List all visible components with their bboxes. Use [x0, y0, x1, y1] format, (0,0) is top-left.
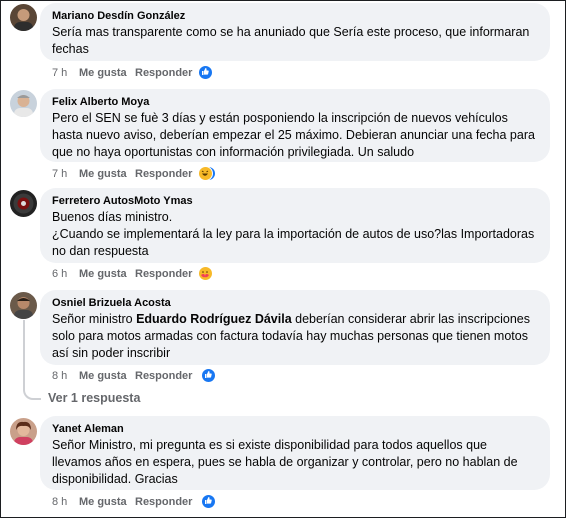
haha-icon: [198, 166, 213, 181]
comment-time[interactable]: 7 h: [52, 166, 67, 182]
like-button[interactable]: Me gusta: [79, 266, 127, 282]
care-icon: [198, 266, 213, 281]
like-button[interactable]: Me gusta: [79, 166, 127, 182]
comment-author[interactable]: Osniel Brizuela Acosta: [52, 296, 538, 310]
thumbs-up-icon: [201, 494, 216, 509]
comment-author[interactable]: Felix Alberto Moya: [52, 95, 538, 109]
comment-text: Señor Ministro, mi pregunta es si existe…: [52, 438, 518, 486]
comment-bubble: Osniel Brizuela Acosta Señor ministro Ed…: [40, 290, 550, 365]
avatar[interactable]: [10, 418, 37, 445]
comment-text: Sería mas transparente como se ha anunia…: [52, 25, 530, 56]
reply-button[interactable]: Responder: [135, 494, 192, 510]
comment-text-line: ¿Cuando se implementará la ley para la i…: [52, 227, 535, 258]
like-button[interactable]: Me gusta: [79, 494, 127, 510]
thumbs-up-icon: [198, 65, 213, 80]
comment-author[interactable]: Mariano Desdín González: [52, 9, 538, 23]
comment-time[interactable]: 8 h: [52, 368, 67, 384]
comment-time[interactable]: 8 h: [52, 494, 67, 510]
comment-text: Señor ministro Eduardo Rodríguez Dávila …: [52, 311, 538, 362]
avatar[interactable]: [10, 190, 37, 217]
avatar[interactable]: [10, 4, 37, 31]
avatar[interactable]: [10, 292, 37, 319]
comment-bubble: Mariano Desdín González Sería mas transp…: [40, 3, 550, 61]
comment-author[interactable]: Yanet Aleman: [52, 422, 538, 436]
comment-text-start: Señor ministro: [52, 312, 137, 326]
view-replies-link[interactable]: Ver 1 respuesta: [48, 391, 140, 405]
comment-bubble: Ferretero AutosMoto Ymas Buenos días min…: [40, 188, 550, 263]
like-button[interactable]: Me gusta: [79, 368, 127, 384]
reply-button[interactable]: Responder: [135, 266, 192, 282]
avatar[interactable]: [10, 90, 37, 117]
comment-time[interactable]: 6 h: [52, 266, 67, 282]
thread-line: [23, 320, 25, 388]
comment-bubble: Yanet Aleman Señor Ministro, mi pregunta…: [40, 416, 550, 490]
reply-button[interactable]: Responder: [135, 368, 192, 384]
comment-author[interactable]: Ferretero AutosMoto Ymas: [52, 194, 538, 208]
comment-time[interactable]: 7 h: [52, 65, 67, 81]
like-button[interactable]: Me gusta: [79, 65, 127, 81]
thumbs-up-icon: [201, 368, 216, 383]
comment-text: Pero el SEN se fuè 3 días y están pospon…: [52, 111, 535, 159]
mention-link[interactable]: Eduardo Rodríguez Dávila: [136, 312, 292, 326]
comment-bubble: Felix Alberto Moya Pero el SEN se fuè 3 …: [40, 89, 550, 162]
comment-text-line: Buenos días ministro.: [52, 210, 173, 224]
reply-button[interactable]: Responder: [135, 65, 192, 81]
reply-button[interactable]: Responder: [135, 166, 192, 182]
